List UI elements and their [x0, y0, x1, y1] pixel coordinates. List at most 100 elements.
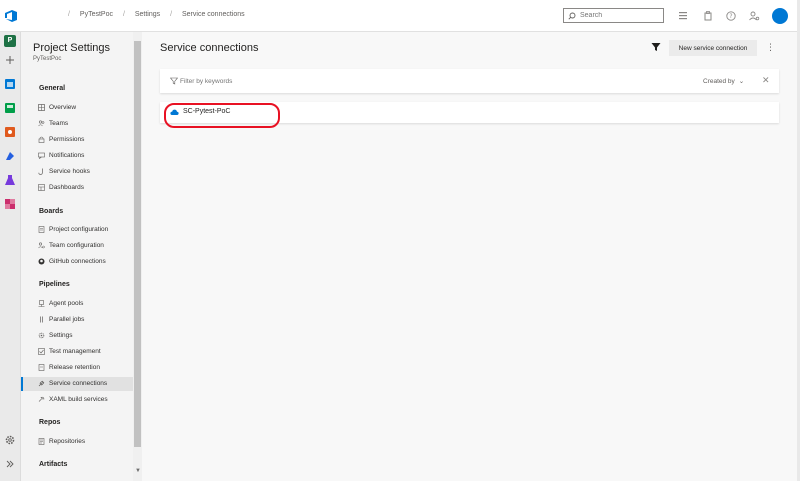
agent-icon [38, 300, 45, 307]
nav-item-notifications[interactable]: Notifications [21, 149, 133, 163]
nav-item-label: GitHub connections [49, 258, 106, 265]
breadcrumb-separator: / [170, 11, 173, 18]
page-title: Service connections [160, 42, 259, 54]
nav-item-service-hooks[interactable]: Service hooks [21, 165, 133, 179]
new-service-connection-button[interactable]: New service connection [669, 40, 757, 56]
nav-item-settings[interactable]: Settings [21, 329, 133, 343]
nav-item-test-management[interactable]: Test management [21, 345, 133, 359]
filter-icon[interactable] [650, 41, 662, 53]
breadcrumb-separator: / [68, 11, 70, 18]
bag-icon[interactable] [702, 10, 714, 22]
avatar[interactable] [772, 8, 788, 24]
list-icon[interactable] [677, 10, 689, 22]
highlight-annotation [164, 103, 280, 128]
boards-icon[interactable] [4, 102, 16, 114]
nav-item-label: Dashboards [49, 184, 85, 191]
nav-item-label: Service hooks [49, 168, 90, 175]
section-boards: Boards [39, 208, 64, 215]
nav-item-github-connections[interactable]: GitHub connections [21, 255, 133, 269]
nav-item-team-configuration[interactable]: Team configuration [21, 239, 133, 253]
gear-icon [38, 332, 45, 339]
test-icon [38, 348, 45, 355]
nav-subtitle: PyTestPoc [33, 56, 62, 62]
main-content: Service connections New service connecti… [142, 32, 800, 481]
build-icon [38, 396, 45, 402]
repos-icon[interactable] [4, 126, 16, 138]
nav-item-label: Notifications [49, 152, 85, 159]
nav-item-parallel-jobs[interactable]: Parallel jobs [21, 313, 133, 327]
breadcrumb-separator: / [122, 11, 125, 18]
nav-item-label: Permissions [49, 136, 85, 143]
search-input[interactable] [580, 10, 662, 21]
lock-icon [38, 136, 45, 143]
nav-item-release-retention[interactable]: Release retention [21, 361, 133, 375]
plus-icon[interactable] [4, 54, 16, 66]
top-bar: / PyTestPoc / Settings / Service connect… [0, 0, 800, 32]
nav-item-label: Settings [49, 332, 73, 339]
nav-item-label: XAML build services [49, 396, 108, 403]
nav-scroll-thumb[interactable] [134, 41, 141, 447]
nav-scrollbar[interactable]: ▼ [133, 32, 142, 481]
plug-icon [38, 380, 45, 387]
nav-item-project-configuration[interactable]: Project configuration [21, 223, 133, 237]
nav-item-label: Overview [49, 104, 77, 111]
breadcrumb-settings[interactable]: Settings [135, 11, 160, 18]
help-icon[interactable]: ? [725, 10, 737, 22]
parallel-icon [40, 316, 43, 323]
nav-item-repositories[interactable]: Repositories [21, 435, 133, 449]
azure-devops-logo-icon[interactable] [3, 8, 19, 24]
nav-item-overview[interactable]: Overview [21, 101, 133, 115]
nav-item-label: Repositories [49, 438, 86, 445]
section-artifacts: Artifacts [39, 461, 68, 468]
pipelines-icon[interactable] [4, 150, 16, 162]
nav-item-service-connections[interactable]: Service connections [21, 377, 133, 391]
search-box[interactable] [563, 8, 664, 23]
breadcrumb-current[interactable]: Service connections [182, 11, 245, 18]
nav-item-agent-pools[interactable]: Agent pools [21, 297, 133, 311]
section-pipelines: Pipelines [39, 281, 70, 288]
more-options-icon[interactable]: ⋮ [766, 41, 775, 53]
settings-nav: Project Settings PyTestPoc General Overv… [21, 32, 134, 481]
breadcrumb-project[interactable]: PyTestPoc [80, 11, 113, 18]
breadcrumb: / PyTestPoc / Settings / Service connect… [60, 11, 245, 18]
test-plans-icon[interactable] [4, 174, 16, 186]
nav-item-label: Agent pools [49, 300, 84, 307]
nav-item-label: Test management [49, 348, 101, 355]
nav-item-teams[interactable]: Teams [21, 117, 133, 131]
nav-item-label: Service connections [49, 380, 108, 387]
svg-text:?: ? [729, 13, 732, 20]
section-general: General [39, 85, 66, 92]
github-icon [38, 258, 45, 265]
created-by-label: Created by [703, 78, 735, 85]
filter-keywords-input[interactable] [180, 75, 480, 87]
filter-bar: Created by⌄ ✕ [160, 69, 779, 93]
nav-title: Project Settings [33, 42, 111, 54]
left-rail: P [0, 32, 21, 481]
retention-icon [38, 364, 45, 371]
close-icon[interactable]: ✕ [762, 75, 770, 86]
nav-item-permissions[interactable]: Permissions [21, 133, 133, 147]
nav-item-label: Parallel jobs [49, 316, 85, 323]
user-settings-icon[interactable] [748, 10, 760, 22]
created-by-dropdown[interactable]: Created by ⌄ [703, 77, 744, 85]
artifacts-icon[interactable] [4, 198, 16, 210]
hook-icon [38, 168, 43, 175]
scroll-down-icon[interactable]: ▼ [135, 468, 141, 474]
nav-item-label: Team configuration [49, 242, 104, 249]
nav-item-label: Teams [49, 120, 69, 127]
expand-icon[interactable] [4, 458, 16, 470]
search-icon [568, 12, 576, 20]
project-badge[interactable]: P [4, 35, 16, 47]
document-icon [38, 226, 45, 233]
nav-item-label: Project configuration [49, 226, 109, 233]
filter-funnel-icon [170, 77, 178, 85]
nav-item-label: Release retention [49, 364, 100, 371]
overview-icon[interactable] [4, 78, 16, 90]
nav-item-dashboards[interactable]: Dashboards [21, 181, 133, 195]
repository-icon [38, 438, 45, 445]
gear-icon[interactable] [4, 434, 16, 446]
dashboard-icon [38, 184, 45, 191]
nav-item-xaml-build-services[interactable]: XAML build services [21, 393, 133, 407]
section-repos: Repos [39, 419, 61, 426]
chat-icon [38, 152, 45, 159]
